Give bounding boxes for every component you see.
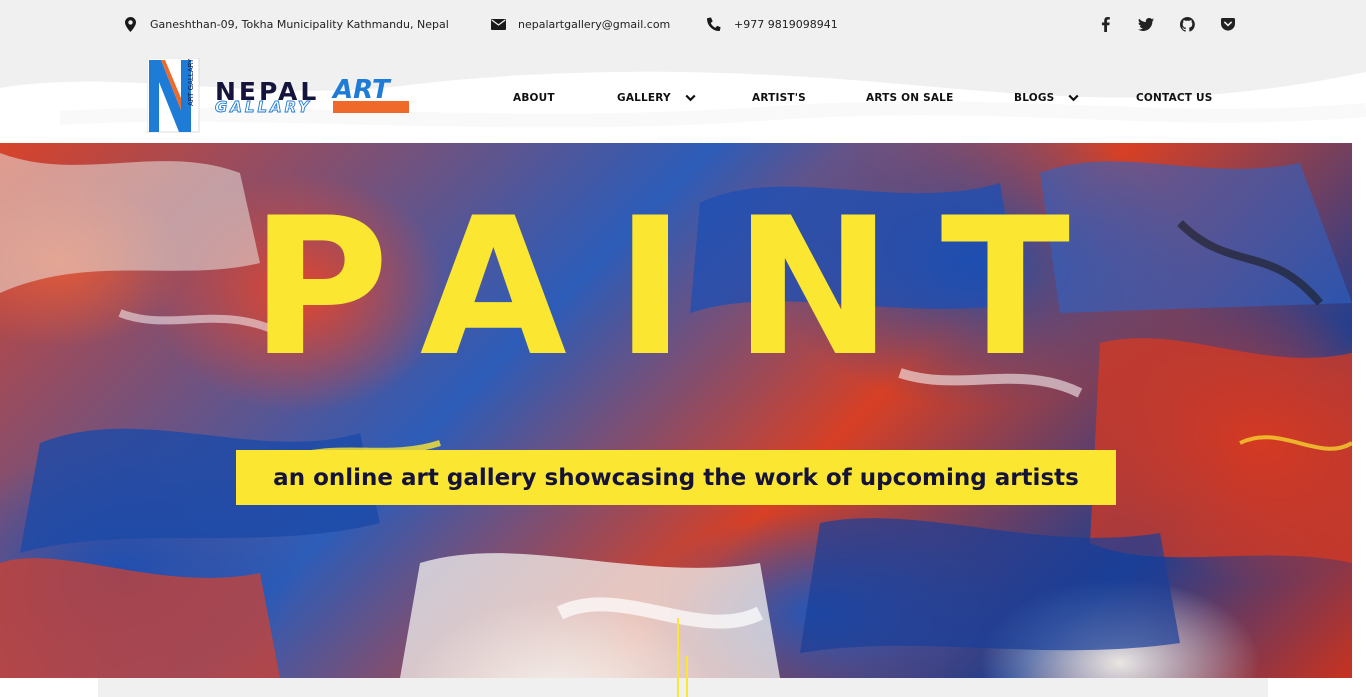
chevron-down-icon — [685, 92, 697, 104]
nav-contact-us[interactable]: CONTACT US — [1136, 90, 1213, 106]
nav-gallery-label: GALLERY — [617, 92, 671, 104]
nepal-art-gallery-logo[interactable]: ART GALLARY NEPAL ART GALLARY — [146, 57, 409, 134]
phone-info[interactable]: +977 9819098941 — [706, 14, 838, 34]
logo-vertical-text: ART GALLARY — [187, 58, 195, 106]
phone-link[interactable]: +977 9819098941 — [734, 18, 838, 31]
address-info: Ganeshthan-09, Tokha Municipality Kathma… — [122, 14, 449, 34]
hero-tagline-box: an online art gallery showcasing the wor… — [236, 450, 1116, 505]
address-text: Ganeshthan-09, Tokha Municipality Kathma… — [150, 17, 449, 31]
hero-banner: PAINT an online art gallery showcasing t… — [0, 143, 1352, 678]
logo-art-text: ART — [331, 75, 392, 105]
main-navbar: ART GALLARY NEPAL ART GALLARY ABOUT GALL… — [0, 48, 1366, 143]
map-marker-icon — [122, 16, 138, 32]
email-info[interactable]: nepalartgallery@gmail.com — [490, 14, 670, 34]
chevron-down-icon — [1068, 92, 1080, 104]
nav-gallery[interactable]: GALLERY — [617, 90, 697, 106]
facebook-icon[interactable] — [1096, 15, 1114, 33]
scroll-indicator-line — [677, 618, 679, 697]
email-link[interactable]: nepalartgallery@gmail.com — [518, 18, 670, 31]
nav-blogs-label: BLOGS — [1014, 92, 1055, 104]
nav-about-label: ABOUT — [513, 92, 555, 104]
logo-gallary-text: GALLARY — [215, 98, 312, 116]
github-icon[interactable] — [1178, 15, 1196, 33]
twitter-icon[interactable] — [1137, 15, 1155, 33]
envelope-icon — [490, 16, 506, 32]
nav-about[interactable]: ABOUT — [513, 90, 555, 106]
scroll-indicator-line — [686, 656, 688, 697]
nav-arts-on-sale[interactable]: ARTS ON SALE — [866, 90, 953, 106]
hero-tagline: an online art gallery showcasing the wor… — [273, 464, 1079, 491]
phone-icon — [706, 16, 722, 32]
content-section-top — [98, 678, 1268, 697]
pocket-icon[interactable] — [1219, 15, 1237, 33]
nav-contact-us-label: CONTACT US — [1136, 92, 1213, 104]
nav-blogs[interactable]: BLOGS — [1014, 90, 1080, 106]
top-contact-bar: Ganeshthan-09, Tokha Municipality Kathma… — [0, 0, 1366, 48]
nav-arts-on-sale-label: ARTS ON SALE — [866, 92, 954, 104]
nav-artists-label: ARTIST'S — [752, 92, 806, 104]
nav-artists[interactable]: ARTIST'S — [752, 90, 806, 106]
hero-title: PAINT — [250, 177, 1119, 398]
